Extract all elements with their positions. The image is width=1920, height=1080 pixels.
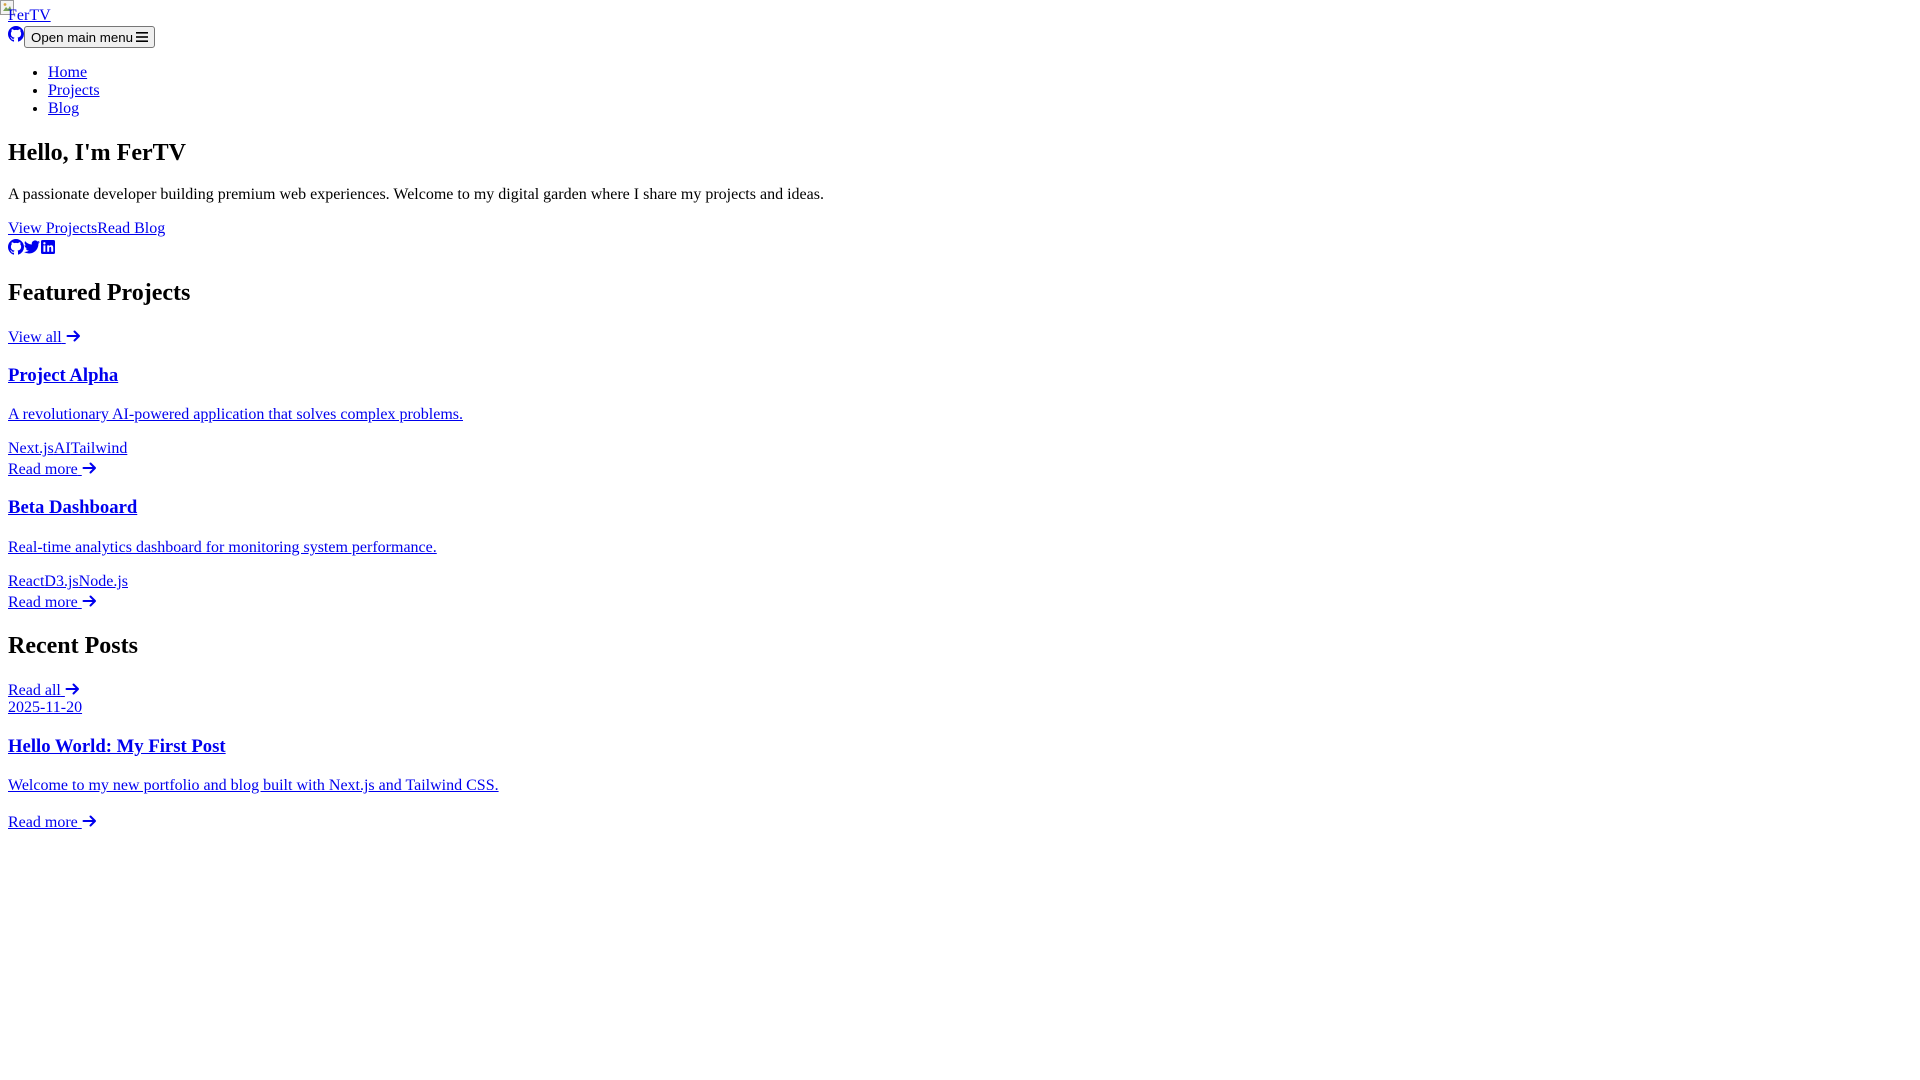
beta-dashboard-description[interactable]: Real-time analytics dashboard for monito… (8, 539, 437, 557)
hero-cta-group: View ProjectsRead Blog (8, 220, 165, 238)
nav-link-blog[interactable]: Blog (48, 100, 79, 117)
nav-item-home: Home (48, 64, 100, 82)
project-alpha-read-more[interactable]: Read more (8, 460, 98, 479)
nav-item-blog: Blog (48, 100, 100, 118)
beta-dashboard-title[interactable]: Beta Dashboard (8, 497, 137, 519)
github-icon[interactable] (8, 26, 24, 42)
tag-tailwind[interactable]: Tailwind (71, 440, 128, 457)
tag-react[interactable]: React (8, 573, 44, 590)
hero-subtitle: A passionate developer building premium … (8, 186, 824, 203)
arrow-right-icon (82, 460, 98, 476)
view-projects-link[interactable]: View Projects (8, 220, 97, 237)
project-alpha-description[interactable]: A revolutionary AI-powered application t… (8, 406, 463, 424)
nav-link-projects[interactable]: Projects (48, 82, 100, 99)
read-more-label: Read more (8, 594, 78, 611)
read-all-label: Read all (8, 682, 61, 699)
linkedin-icon[interactable] (40, 239, 56, 255)
post-title[interactable]: Hello World: My First Post (8, 736, 226, 758)
post-excerpt[interactable]: Welcome to my new portfolio and blog bui… (8, 777, 499, 795)
arrow-right-icon (82, 593, 98, 609)
tag-nextjs[interactable]: Next.js (8, 440, 54, 457)
beta-dashboard-read-more[interactable]: Read more (8, 593, 98, 612)
post-date[interactable]: 2025-11-20 (8, 699, 82, 717)
beta-dashboard-tags: ReactD3.jsNode.js (8, 573, 128, 591)
twitter-icon[interactable] (24, 239, 40, 255)
arrow-right-icon (66, 328, 82, 344)
tag-nodejs[interactable]: Node.js (79, 573, 128, 590)
social-links (8, 239, 56, 255)
brand-link[interactable]: FerTV (8, 7, 51, 25)
hero-title: Hello, I'm FerTV (8, 140, 186, 166)
read-blog-link[interactable]: Read Blog (97, 220, 165, 237)
menu-button-label: Open main menu (31, 29, 133, 45)
read-all-posts-link[interactable]: Read all (8, 681, 81, 700)
tag-d3js[interactable]: D3.js (44, 573, 78, 590)
view-all-projects-link[interactable]: View all (8, 328, 82, 347)
featured-projects-heading: Featured Projects (8, 280, 191, 306)
open-main-menu-button[interactable]: Open main menu (24, 26, 155, 48)
nav-link-home[interactable]: Home (48, 64, 87, 81)
arrow-right-icon (65, 681, 81, 697)
read-more-label: Read more (8, 814, 78, 831)
recent-posts-heading: Recent Posts (8, 633, 138, 659)
read-more-label: Read more (8, 461, 78, 478)
view-all-label: View all (8, 329, 62, 346)
project-alpha-title[interactable]: Project Alpha (8, 365, 118, 387)
github-icon[interactable] (8, 239, 24, 255)
tag-ai[interactable]: AI (54, 440, 71, 457)
post-read-more[interactable]: Read more (8, 813, 98, 832)
arrow-right-icon (82, 813, 98, 829)
project-alpha-tags: Next.jsAITailwind (8, 440, 127, 458)
hamburger-icon (136, 31, 148, 43)
nav-item-projects: Projects (48, 82, 100, 100)
main-nav: Home Projects Blog (0, 64, 100, 118)
